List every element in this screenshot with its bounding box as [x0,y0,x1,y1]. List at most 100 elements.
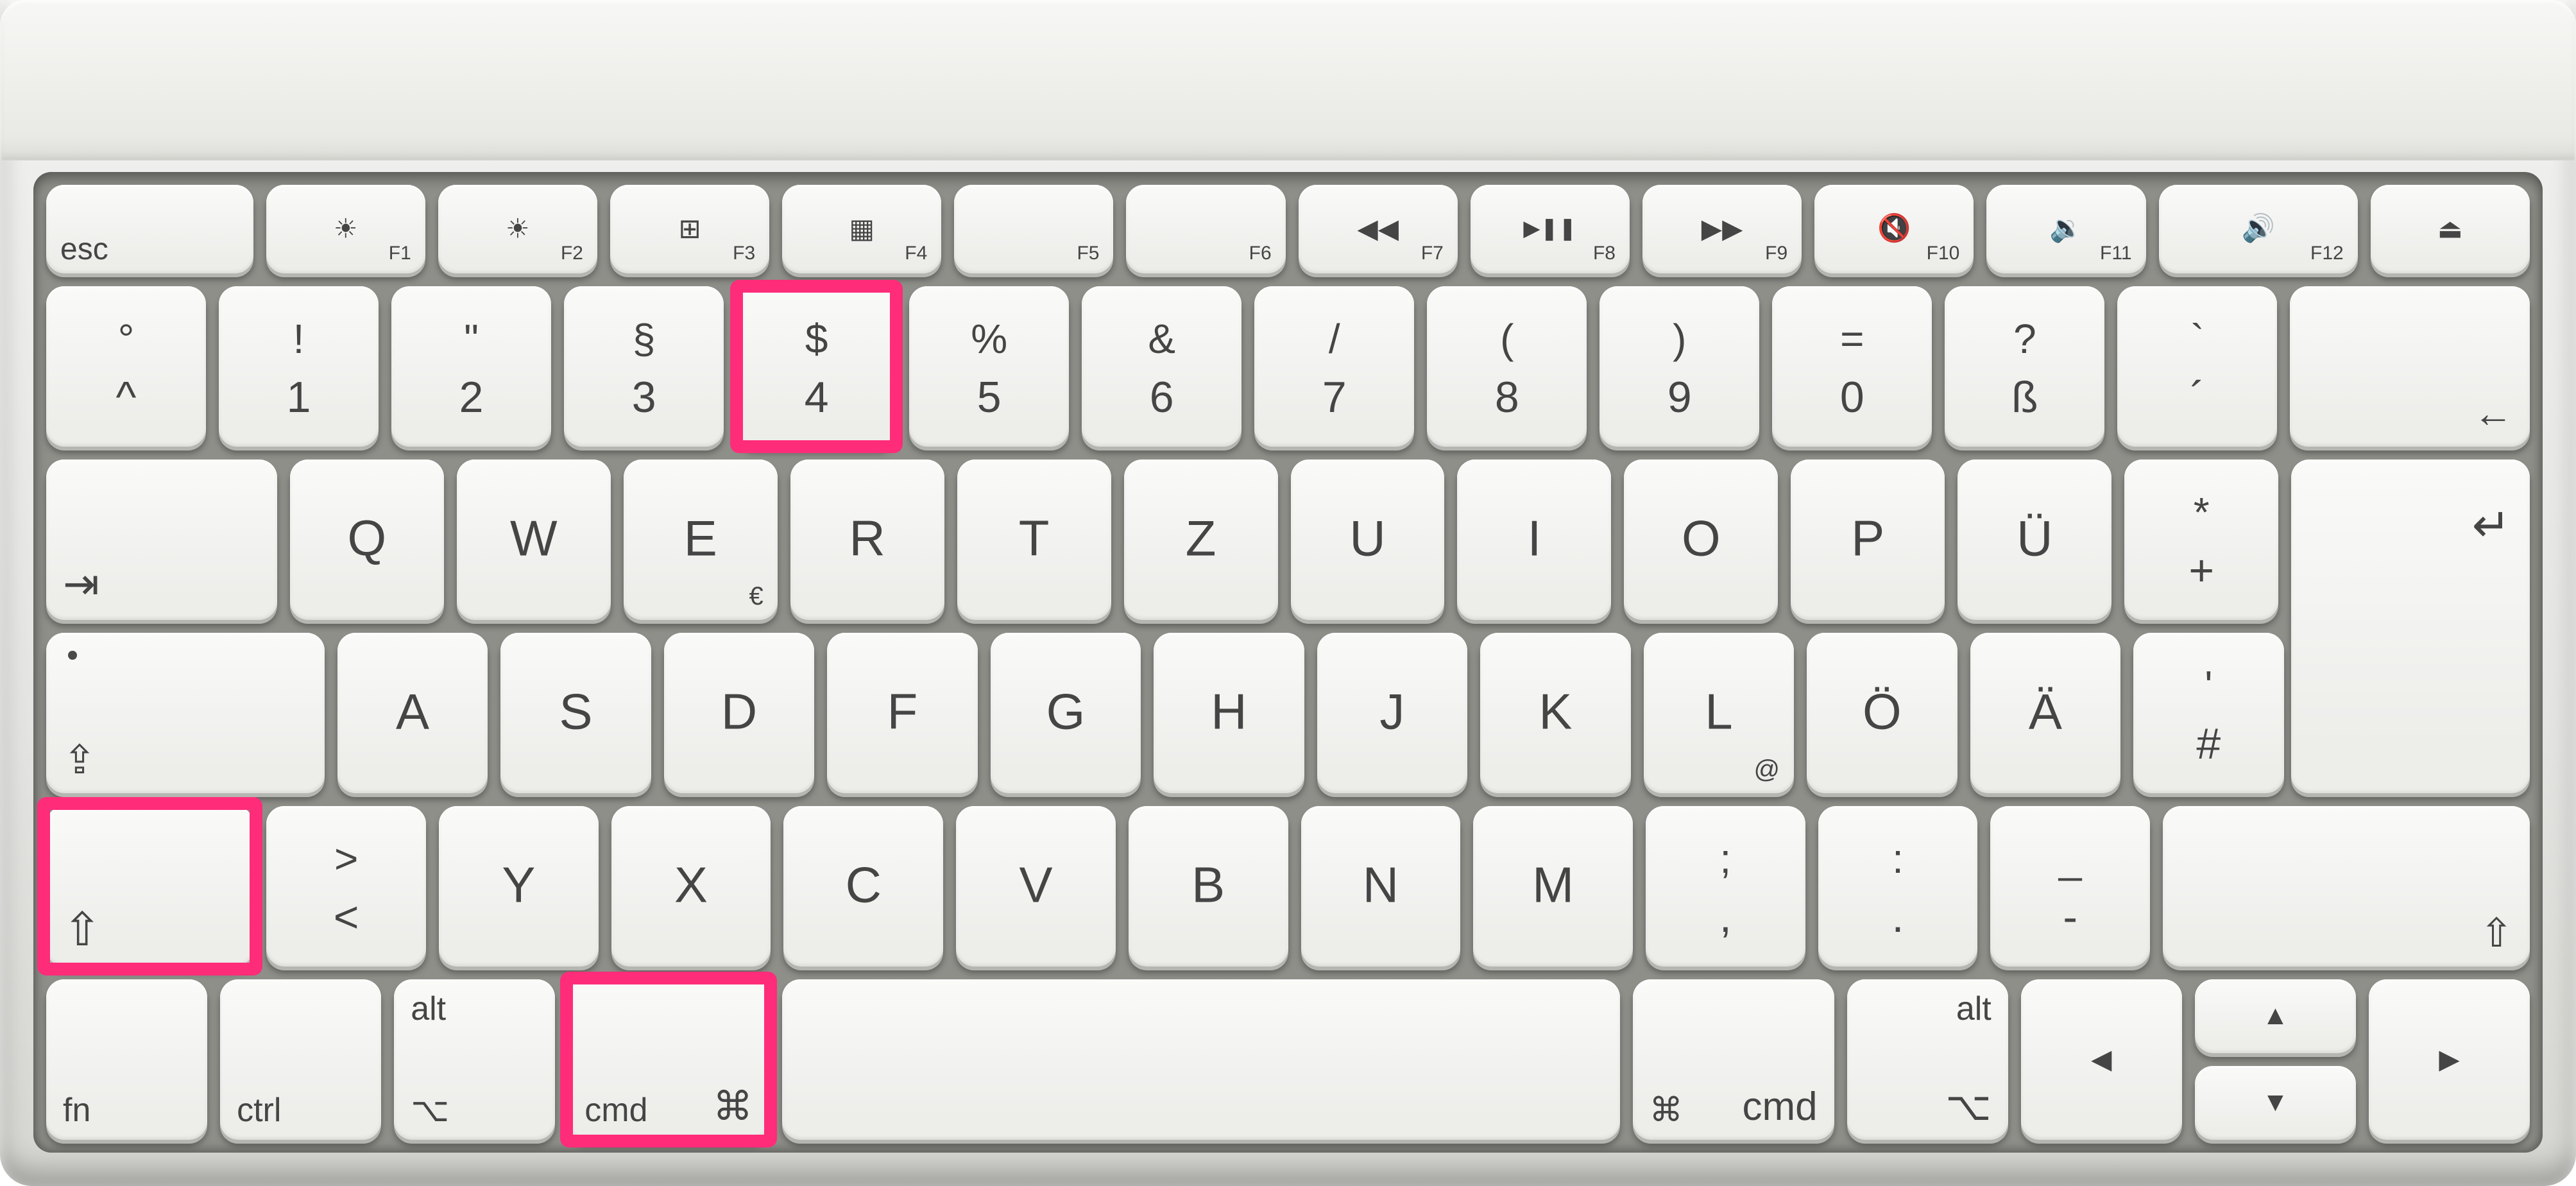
fast-forward-icon: ▶▶ [1702,212,1743,244]
f4-launchpad-key[interactable]: ▦F4 [782,185,941,273]
arrow-up-key[interactable]: ▲ [2195,979,2356,1053]
key-a[interactable]: A [337,633,488,793]
key-1[interactable]: !1 [219,286,379,447]
key-e[interactable]: E€ [624,460,778,620]
key-z[interactable]: Z [1124,460,1278,620]
key-f[interactable]: F [827,633,977,793]
key-u-umlaut[interactable]: Ü [1958,460,2111,620]
f11-volume-down-key[interactable]: 🔉F11 [1986,185,2145,273]
key-i[interactable]: I [1457,460,1611,620]
cmd-left-key[interactable]: cmd⌘ [568,979,769,1140]
key-u[interactable]: U [1291,460,1445,620]
key-3[interactable]: §3 [564,286,724,447]
modifier-row: fn ctrl alt⌥ cmd⌘ ⌘cmd alt⌥ ◀ ▲ ▼ ▶ [46,979,2530,1140]
key-h[interactable]: H [1154,633,1304,793]
f8-play-pause-key[interactable]: ▶❚❚F8 [1471,185,1630,273]
brightness-up-icon: ☀ [506,212,530,244]
alt-right-key[interactable]: alt⌥ [1847,979,2008,1140]
shift-right-key[interactable]: ⇧ [2163,806,2530,967]
f7-rewind-key[interactable]: ◀◀F7 [1299,185,1458,273]
key-l[interactable]: L@ [1644,633,1794,793]
key-7[interactable]: /7 [1254,286,1414,447]
arrow-vertical-group: ▲ ▼ [2195,979,2356,1140]
key-p[interactable]: P [1791,460,1945,620]
key-5[interactable]: %5 [909,286,1069,447]
command-icon: ⌘ [713,1083,753,1130]
less-greater-key[interactable]: >< [266,806,426,967]
f12-volume-up-key[interactable]: 🔊F12 [2159,185,2358,273]
cmd-right-key[interactable]: ⌘cmd [1633,979,1834,1140]
caps-icon: ⇪ [63,736,96,783]
alt-left-key[interactable]: alt⌥ [394,979,555,1140]
key-r[interactable]: R [790,460,944,620]
brightness-down-icon: ☀︎ [334,212,358,244]
f2-brightness-up-key[interactable]: ☀F2 [438,185,597,273]
key-well: esc ☀︎F1 ☀F2 ⊞F3 ▦F4 F5 F6 ◀◀F7 ▶❚❚F8 ▶▶… [33,172,2543,1153]
acute-key[interactable]: `´ [2117,286,2277,447]
arrow-down-key[interactable]: ▼ [2195,1066,2356,1140]
key-j[interactable]: J [1317,633,1467,793]
key-w[interactable]: W [457,460,611,620]
key-9[interactable]: )9 [1599,286,1759,447]
top-letter-row: ⇥ Q W E€ R T Z U I O P Ü *+ ↵ [46,460,2530,620]
key-8[interactable]: (8 [1427,286,1587,447]
key-o-umlaut[interactable]: Ö [1807,633,1957,793]
enter-key[interactable]: ↵ [2291,460,2530,793]
home-row: ⇪ A S D F G H J K L@ Ö Ä '# [46,633,2530,793]
key-b[interactable]: B [1129,806,1288,967]
shift-left-key[interactable]: ⇧ [46,806,253,967]
rewind-icon: ◀◀ [1357,212,1399,244]
f5-key[interactable]: F5 [954,185,1113,273]
key-6[interactable]: &6 [1082,286,1241,447]
comma-key[interactable]: ;, [1646,806,1805,967]
f6-key[interactable]: F6 [1126,185,1285,273]
key-t[interactable]: T [957,460,1111,620]
key-n[interactable]: N [1301,806,1461,967]
launchpad-icon: ▦ [849,212,874,244]
f9-forward-key[interactable]: ▶▶F9 [1642,185,1802,273]
key-c[interactable]: C [783,806,943,967]
key-k[interactable]: K [1480,633,1630,793]
f3-mission-control-key[interactable]: ⊞F3 [610,185,769,273]
ctrl-key[interactable]: ctrl [220,979,381,1140]
period-key[interactable]: :. [1818,806,1978,967]
space-key[interactable] [782,979,1620,1140]
key-2[interactable]: "2 [391,286,551,447]
eszett-key[interactable]: ?ß [1945,286,2104,447]
option-icon: ⌥ [411,1091,449,1130]
key-4[interactable]: $4 [737,286,896,447]
key-o[interactable]: O [1624,460,1778,620]
plus-key[interactable]: *+ [2124,460,2278,620]
hash-key[interactable]: '# [2133,633,2283,793]
arrow-right-icon: ▶ [2439,1043,2459,1074]
arrow-down-icon: ▼ [2262,1087,2289,1118]
volume-down-icon: 🔉 [2049,212,2083,244]
key-x[interactable]: X [611,806,771,967]
arrow-left-key[interactable]: ◀ [2021,979,2182,1140]
key-s[interactable]: S [500,633,651,793]
key-m[interactable]: M [1473,806,1633,967]
key-q[interactable]: Q [290,460,444,620]
key-y[interactable]: Y [439,806,599,967]
key-d[interactable]: D [664,633,814,793]
backspace-key[interactable]: ← [2290,286,2530,447]
caps-lock-key[interactable]: ⇪ [46,633,325,793]
esc-key[interactable]: esc [46,185,253,273]
fn-key[interactable]: fn [46,979,207,1140]
function-row: esc ☀︎F1 ☀F2 ⊞F3 ▦F4 F5 F6 ◀◀F7 ▶❚❚F8 ▶▶… [46,185,2530,273]
bottom-letter-row: ⇧ >< Y X C V B N M ;, :. _- ⇧ [46,806,2530,967]
minus-key[interactable]: _- [1990,806,2150,967]
f10-mute-key[interactable]: 🔇F10 [1814,185,1974,273]
key-0[interactable]: =0 [1772,286,1932,447]
key-a-umlaut[interactable]: Ä [1970,633,2120,793]
tab-icon: ⇥ [63,559,99,610]
mute-icon: 🔇 [1877,212,1911,244]
tab-key[interactable]: ⇥ [46,460,277,620]
eject-key[interactable]: ⏏ [2371,185,2530,273]
f1-brightness-down-key[interactable]: ☀︎F1 [266,185,425,273]
arrow-up-icon: ▲ [2262,1000,2289,1031]
key-v[interactable]: V [956,806,1116,967]
key-g[interactable]: G [991,633,1141,793]
arrow-right-key[interactable]: ▶ [2369,979,2530,1140]
caret-key[interactable]: °^ [46,286,206,447]
